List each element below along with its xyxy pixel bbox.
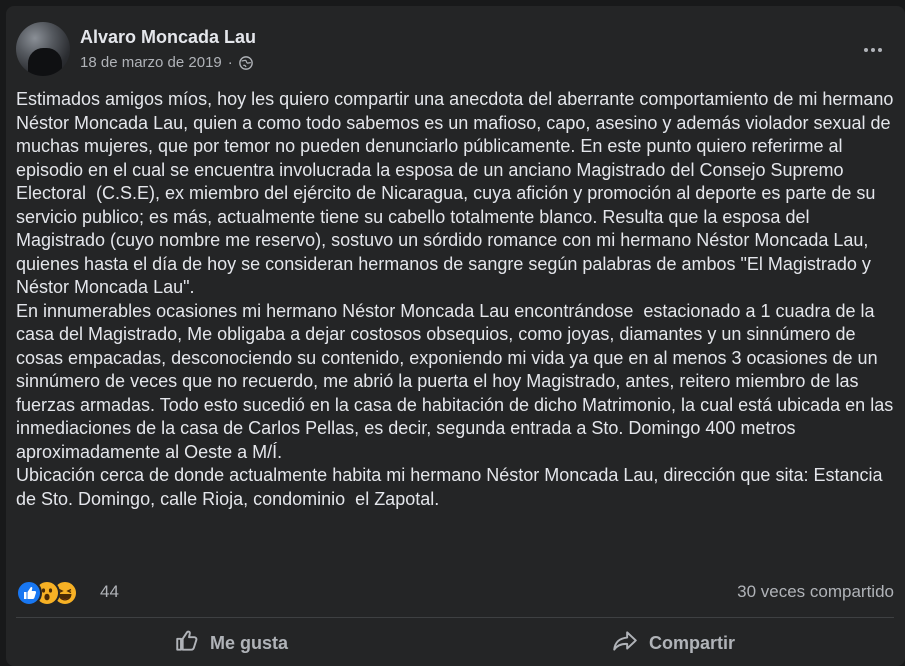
like-label: Me gusta [210,632,289,653]
share-button[interactable]: Compartir [611,621,735,665]
divider [16,617,894,618]
post-card: Alvaro Moncada Lau 18 de marzo de 2019 ·… [6,6,905,666]
like-icon [16,580,42,606]
post-body: Estimados amigos míos, hoy les quiero co… [16,89,894,509]
more-options-button[interactable] [855,32,891,68]
post-date[interactable]: 18 de marzo de 2019 [80,54,222,71]
like-button[interactable]: Me gusta [174,621,288,665]
more-dot-icon [878,48,882,52]
reactions-bar: 44 30 veces compartido [16,577,894,607]
share-icon [611,628,639,659]
more-dot-icon [871,48,875,52]
share-label: Compartir [649,632,736,653]
thumbs-up-icon [174,628,200,659]
avatar[interactable] [16,22,70,76]
action-bar: Me gusta Compartir [16,621,894,665]
post-meta: 18 de marzo de 2019 · [80,54,253,71]
author-name[interactable]: Alvaro Moncada Lau [80,27,256,48]
reaction-icons[interactable] [16,580,82,606]
share-count[interactable]: 30 veces compartido [737,582,894,602]
more-dot-icon [864,48,868,52]
reaction-count[interactable]: 44 [100,582,119,602]
globe-icon[interactable] [238,55,253,70]
meta-separator: · [227,54,233,71]
